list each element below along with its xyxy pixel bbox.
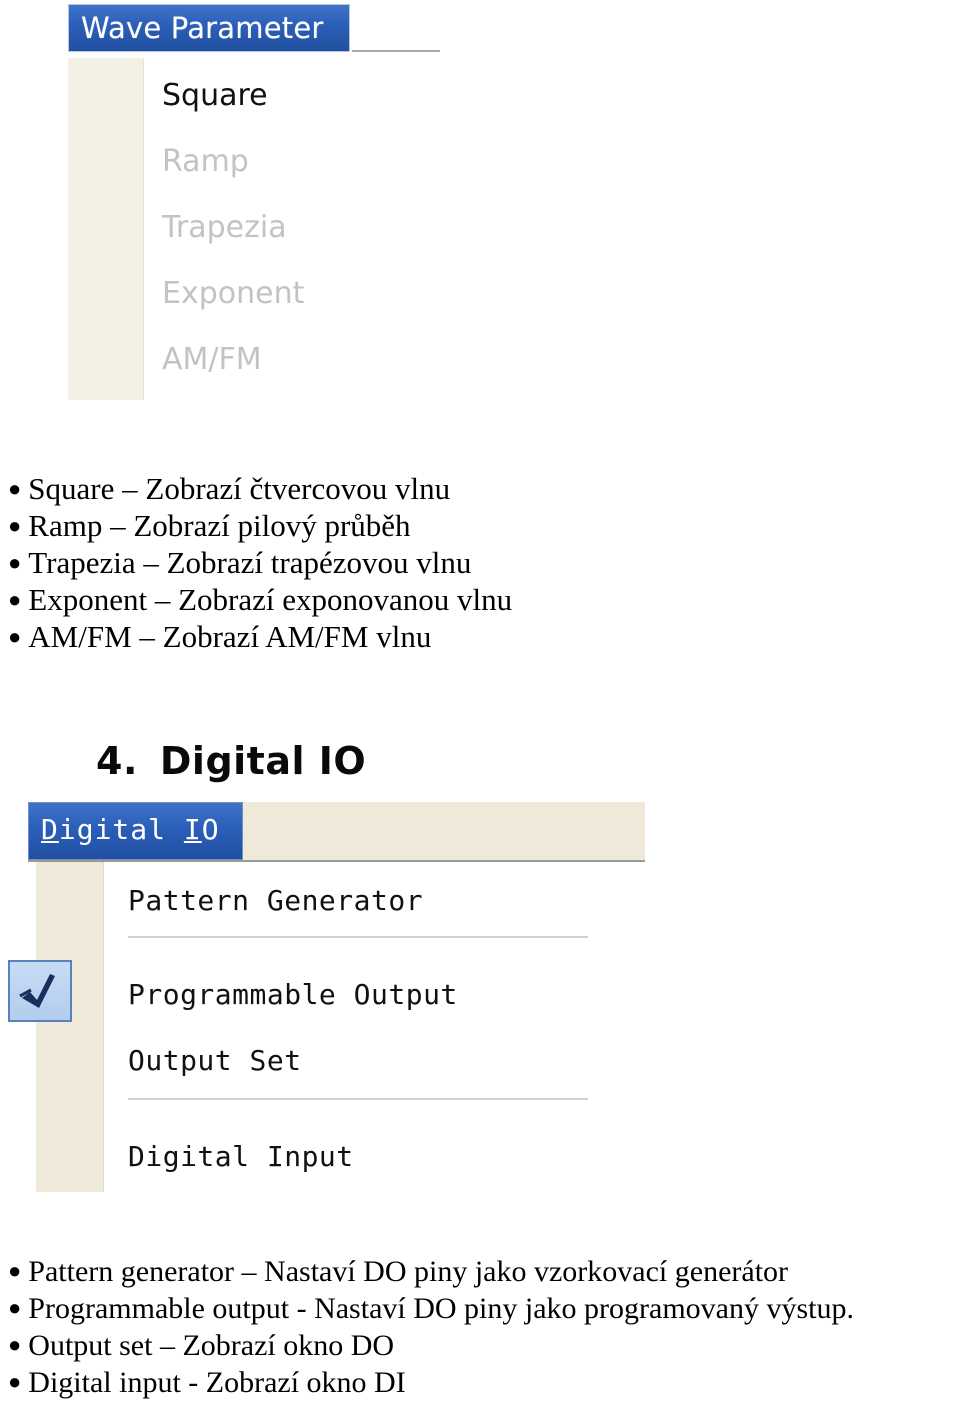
bullet-dot-icon: ●	[8, 624, 22, 649]
wave-parameter-menu-screenshot: Wave Parameter Square Ramp Trapezia Expo…	[62, 0, 452, 410]
bullet-dot-icon: ●	[8, 1332, 22, 1357]
wave-parameter-description-list: ● Square – Zobrazí čtvercovou vlnu ● Ramp …	[8, 470, 708, 655]
list-item-text: Pattern generator – Nastaví DO piny jako…	[28, 1255, 789, 1288]
menu-item-digital-input[interactable]: Digital Input	[128, 1140, 354, 1173]
list-item-text: Programmable output - Nastaví DO piny ja…	[28, 1292, 854, 1325]
digital-io-icon-gutter	[36, 862, 104, 1192]
wave-parameter-title-bar[interactable]: Wave Parameter	[68, 4, 350, 52]
digital-io-description-list: ● Pattern generator – Nastaví DO piny jak…	[8, 1253, 960, 1401]
list-item: ● Pattern generator – Nastaví DO piny jak…	[8, 1253, 960, 1290]
wave-parameter-title-label: Wave Parameter	[81, 11, 324, 45]
list-item: ● Output set – Zobrazí okno DO	[8, 1327, 960, 1364]
list-item: ● Square – Zobrazí čtvercovou vlnu	[8, 470, 708, 507]
bullet-dot-icon: ●	[8, 1258, 22, 1283]
bullet-dot-icon: ●	[8, 513, 22, 538]
list-item-text: Trapezia – Zobrazí trapézovou vlnu	[28, 545, 472, 580]
title-bar-underline	[352, 50, 440, 52]
menu-item-output-set[interactable]: Output Set	[128, 1044, 302, 1077]
list-item: ● AM/FM – Zobrazí AM/FM vlnu	[8, 618, 708, 655]
list-item-text: Exponent – Zobrazí exponovanou vlnu	[28, 582, 513, 617]
bullet-dot-icon: ●	[8, 1295, 22, 1320]
page-title-number: 4.	[96, 739, 138, 783]
list-item: ● Digital input - Zobrazí okno DI	[8, 1364, 960, 1401]
bullet-dot-icon: ●	[8, 1369, 22, 1394]
bullet-dot-icon: ●	[8, 476, 22, 501]
tab-digital-io[interactable]: Digital IO	[28, 802, 243, 860]
list-item: ● Trapezia – Zobrazí trapézovou vlnu	[8, 544, 708, 581]
bullet-dot-icon: ●	[8, 587, 22, 612]
menu-item-exponent[interactable]: Exponent	[162, 276, 304, 311]
menu-item-pattern-generator[interactable]: Pattern Generator	[128, 884, 423, 917]
mnemonic-i: I	[183, 813, 202, 846]
list-item-text: Digital input - Zobrazí okno DI	[28, 1366, 406, 1399]
tab-label-rest-2: O	[201, 813, 220, 846]
mnemonic-d: D	[41, 813, 59, 846]
digital-io-menu-screenshot: Digital IO Pattern Generator Programmabl…	[28, 800, 653, 1200]
menu-item-square[interactable]: Square	[162, 78, 268, 113]
list-item-text: AM/FM – Zobrazí AM/FM vlnu	[28, 619, 432, 654]
menu-item-amfm[interactable]: AM/FM	[162, 342, 262, 377]
page-title: 4. Digital IO	[96, 739, 366, 783]
tab-digital-io-label: Digital IO	[41, 813, 220, 846]
list-item: ● Programmable output - Nastaví DO piny j…	[8, 1290, 960, 1327]
list-item: ● Exponent – Zobrazí exponovanou vlnu	[8, 581, 708, 618]
menu-item-programmable-output[interactable]: Programmable Output	[128, 978, 458, 1011]
menu-item-ramp[interactable]: Ramp	[162, 144, 249, 179]
list-item-text: Output set – Zobrazí okno DO	[28, 1329, 395, 1362]
page-title-text: Digital IO	[159, 739, 367, 783]
wave-parameter-icon-gutter	[68, 58, 144, 400]
tab-label-rest-1: igital	[58, 813, 184, 846]
menu-item-trapezia[interactable]: Trapezia	[162, 210, 287, 245]
menu-separator	[128, 936, 588, 938]
bullet-dot-icon: ●	[8, 550, 22, 575]
list-item-text: Ramp – Zobrazí pilový průběh	[28, 508, 411, 543]
list-item: ● Ramp – Zobrazí pilový průběh	[8, 507, 708, 544]
checkmark-icon[interactable]	[8, 960, 72, 1022]
list-item-text: Square – Zobrazí čtvercovou vlnu	[28, 471, 451, 506]
menu-separator	[128, 1098, 588, 1100]
